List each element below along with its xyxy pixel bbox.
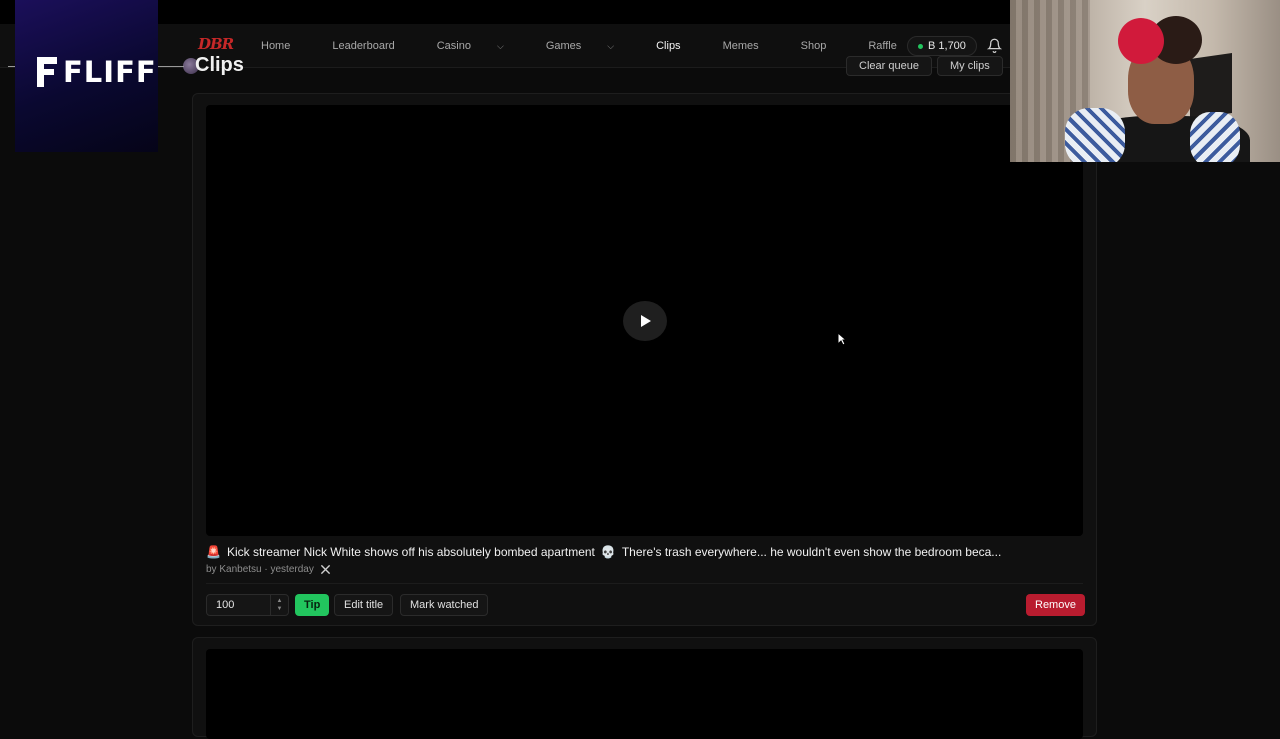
tip-button[interactable]: Tip <box>295 594 330 616</box>
chevron-down-icon: ⌵ <box>496 40 504 51</box>
siren-emoji: 🚨 <box>206 545 221 559</box>
play-icon[interactable] <box>623 301 667 341</box>
nav-link-casino[interactable]: Casino ⌵ <box>437 40 525 52</box>
balance-badge[interactable]: B 1,700 <box>907 36 977 56</box>
play-icon <box>641 315 651 327</box>
nav-link-clips[interactable]: Clips <box>656 40 701 52</box>
tip-amount-input[interactable]: 100 ▲ ▼ <box>206 594 289 616</box>
nav-link-shop[interactable]: Shop <box>801 40 848 52</box>
towel <box>1065 108 1125 162</box>
nav-link-leaderboard[interactable]: Leaderboard <box>332 40 415 52</box>
fliff-f-icon <box>37 57 57 87</box>
fliff-logo: FLIFF <box>35 55 157 89</box>
site-logo[interactable]: DBR <box>198 35 234 53</box>
nav-links: Home Leaderboard Casino ⌵ Games ⌵ Clips Me… <box>261 40 939 52</box>
fliff-brand: FLIFF <box>63 55 157 89</box>
nav-link-games[interactable]: Games ⌵ <box>546 40 635 52</box>
page-title: Clips <box>195 54 244 76</box>
fliff-overlay: FLIFF <box>15 0 158 152</box>
bell-icon[interactable] <box>987 38 1002 53</box>
video-player[interactable] <box>206 105 1083 536</box>
nav-link-home[interactable]: Home <box>261 40 311 52</box>
skull-emoji: 💀 <box>600 545 616 559</box>
mark-watched-button[interactable]: Mark watched <box>400 594 489 616</box>
chevron-down-icon: ⌵ <box>607 40 615 51</box>
stepper-up-icon[interactable]: ▲ <box>277 597 283 605</box>
clip-author: by Kanbetsu · yesterday <box>206 564 314 575</box>
edit-title-button[interactable]: Edit title <box>334 594 394 616</box>
clip-card <box>192 637 1097 739</box>
clip-card: 🚨 Kick streamer Nick White shows off his… <box>192 93 1097 626</box>
clip-title: 🚨 Kick streamer Nick White shows off his… <box>206 545 1001 559</box>
nav-link-memes[interactable]: Memes <box>723 40 780 52</box>
divider <box>206 583 1083 584</box>
person-hair-dyed <box>1118 18 1164 64</box>
webcam-feed <box>1010 0 1280 162</box>
stepper-down-icon[interactable]: ▼ <box>277 605 283 613</box>
towel <box>1190 112 1240 162</box>
my-clips-button[interactable]: My clips <box>937 56 1003 76</box>
clip-title-text: Kick streamer Nick White shows off his a… <box>226 545 595 559</box>
x-logo-icon[interactable] <box>320 564 331 575</box>
clear-queue-button[interactable]: Clear queue <box>846 56 932 76</box>
clip-title-rest: There's trash everywhere... he wouldn't … <box>621 545 1002 559</box>
overlay-line <box>158 66 184 67</box>
remove-button[interactable]: Remove <box>1026 594 1085 616</box>
mouse-cursor-icon <box>837 332 847 346</box>
quantity-stepper[interactable]: ▲ ▼ <box>270 595 288 615</box>
tip-amount-value: 100 <box>216 599 235 611</box>
clip-meta: by Kanbetsu · yesterday <box>206 564 331 575</box>
balance-amount: B 1,700 <box>928 40 966 52</box>
wall-tv <box>1190 53 1232 119</box>
video-player[interactable] <box>206 649 1083 739</box>
online-dot-icon <box>918 43 923 49</box>
